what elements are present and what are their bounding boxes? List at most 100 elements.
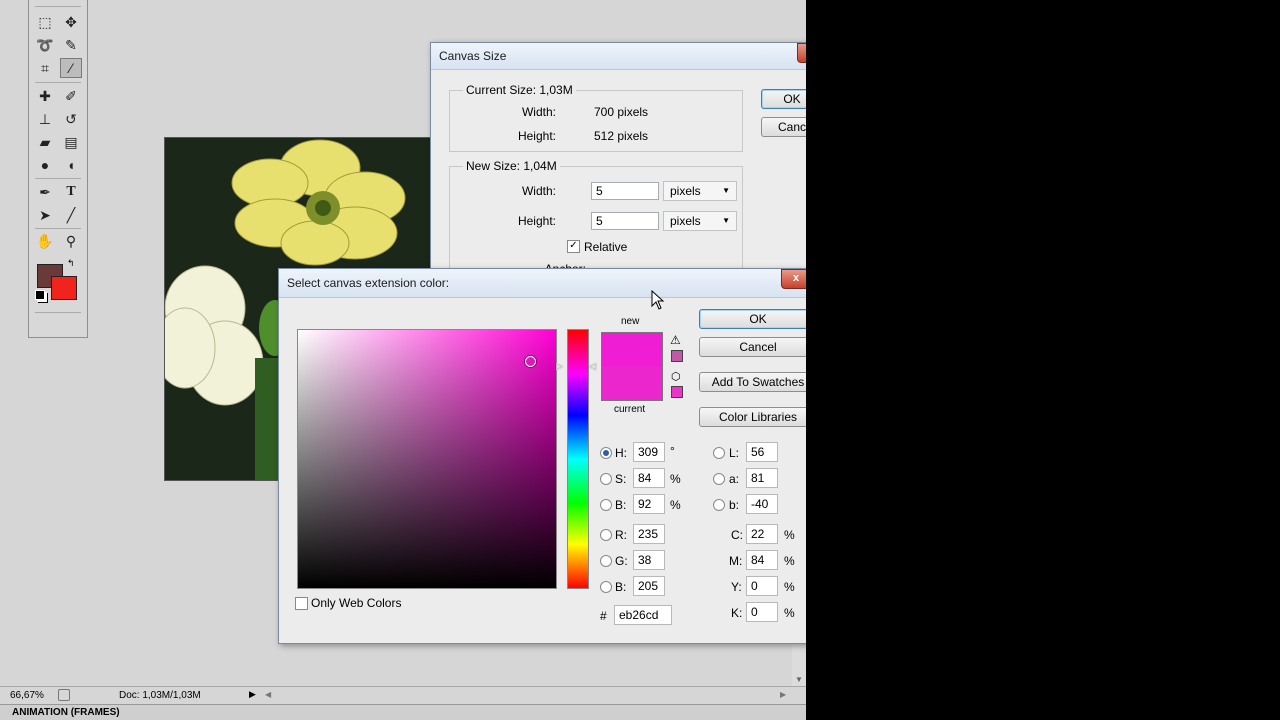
blue-label: B: (615, 580, 627, 594)
lab-b-input[interactable]: -40 (746, 494, 778, 514)
color-field-marker[interactable] (525, 356, 536, 367)
spot-healing-icon[interactable]: ✚ (34, 86, 56, 106)
hand-icon[interactable]: ✋ (34, 231, 56, 251)
scroll-right-icon[interactable]: ▶ (780, 690, 786, 699)
new-height-unit-select[interactable]: pixels ▼ (663, 211, 737, 231)
eyedropper-icon[interactable]: ⁄ (60, 58, 82, 78)
saturation-input[interactable]: 84 (633, 468, 665, 488)
marquee-icon[interactable]: ⬚ (34, 12, 56, 32)
saturation-radio[interactable] (600, 473, 612, 485)
relative-label: Relative (584, 240, 628, 254)
crop-icon[interactable]: ⌗ (34, 58, 56, 78)
close-icon[interactable]: x (797, 43, 806, 63)
blue-input[interactable]: 205 (633, 576, 665, 596)
percent-unit: % (784, 554, 795, 568)
zoom-level[interactable]: 66,67% (10, 690, 44, 701)
current-label: current (614, 404, 646, 415)
r-label: R: (615, 528, 627, 542)
new-size-label: New Size: 1,04M (463, 159, 560, 173)
gamut-color-swatch[interactable] (671, 350, 683, 362)
ok-button[interactable]: OK (761, 89, 806, 109)
canvas-size-titlebar[interactable]: Canvas Size x (431, 43, 806, 70)
default-colors-icon[interactable] (35, 290, 45, 300)
brightness-input[interactable]: 92 (633, 494, 665, 514)
b-label: B: (615, 498, 627, 512)
percent-unit: % (784, 528, 795, 542)
new-height-label: Height: (517, 214, 556, 228)
history-brush-icon[interactable]: ↺ (60, 109, 82, 129)
green-input[interactable]: 38 (633, 550, 665, 570)
height-unit-value: pixels (670, 214, 701, 228)
red-input[interactable]: 235 (633, 524, 665, 544)
percent-unit: % (670, 472, 681, 486)
only-web-colors-checkbox[interactable] (295, 597, 308, 610)
g-label: G: (615, 554, 628, 568)
percent-unit: % (784, 580, 795, 594)
saturation-brightness-field[interactable] (297, 329, 557, 589)
a-input[interactable]: 81 (746, 468, 778, 488)
red-radio[interactable] (600, 529, 612, 541)
background-color-swatch[interactable] (51, 276, 77, 300)
brush-icon[interactable]: ✐ (60, 86, 82, 106)
l-label: L: (729, 446, 740, 460)
hue-input[interactable]: 309 (633, 442, 665, 462)
hex-input[interactable]: eb26cd (614, 605, 672, 625)
move-icon[interactable]: ✥ (60, 12, 82, 32)
cyan-input[interactable]: 22 (746, 524, 778, 544)
zoom-icon[interactable]: ⚲ (60, 231, 82, 251)
path-selection-icon[interactable]: ➤ (34, 205, 56, 225)
a-radio[interactable] (713, 473, 725, 485)
hue-slider-right-arrow-icon[interactable]: ◁ (589, 361, 596, 372)
only-web-colors-label: Only Web Colors (311, 596, 402, 610)
clone-stamp-icon[interactable]: ⊥ (34, 109, 56, 129)
width-unit-value: pixels (670, 184, 701, 198)
lasso-icon[interactable]: ➰ (34, 35, 56, 55)
brightness-radio[interactable] (600, 499, 612, 511)
status-arrow-icon[interactable]: ▶ (249, 689, 256, 700)
close-icon[interactable]: x (781, 269, 806, 289)
out-of-gamut-warning-icon[interactable]: ⚠ (670, 333, 681, 347)
degree-unit: ° (670, 444, 675, 458)
pen-icon[interactable]: ✒ (34, 182, 56, 202)
current-color-swatch[interactable] (601, 366, 663, 401)
quick-selection-icon[interactable]: ✎ (60, 35, 82, 55)
new-height-input[interactable]: 5 (591, 212, 659, 230)
new-width-input[interactable]: 5 (591, 182, 659, 200)
toolbox-divider (35, 178, 81, 179)
ok-button[interactable]: OK (699, 309, 806, 329)
eraser-icon[interactable]: ▰ (34, 132, 56, 152)
blur-icon[interactable]: ● (34, 155, 56, 175)
lightness-radio[interactable] (713, 447, 725, 459)
add-to-swatches-button[interactable]: Add To Swatches (699, 372, 806, 392)
hue-radio[interactable] (600, 447, 612, 459)
type-icon[interactable]: T (60, 182, 82, 202)
green-radio[interactable] (600, 555, 612, 567)
status-menu-icon[interactable] (58, 689, 70, 701)
dodge-icon[interactable]: ◖ (60, 155, 82, 175)
gradient-icon[interactable]: ▤ (60, 132, 82, 152)
lightness-input[interactable]: 56 (746, 442, 778, 462)
scroll-left-icon[interactable]: ◀ (265, 690, 271, 699)
web-safe-warning-icon[interactable]: ⬡ (671, 370, 681, 383)
web-safe-color-swatch[interactable] (671, 386, 683, 398)
current-size-label: Current Size: 1,03M (463, 83, 576, 97)
black-input[interactable]: 0 (746, 602, 778, 622)
color-libraries-button[interactable]: Color Libraries (699, 407, 806, 427)
yellow-input[interactable]: 0 (746, 576, 778, 596)
animation-panel-tab[interactable]: ANIMATION (FRAMES) (0, 704, 806, 720)
c-label: C: (731, 528, 743, 542)
b-radio[interactable] (713, 499, 725, 511)
hue-slider[interactable] (567, 329, 589, 589)
hue-slider-left-arrow-icon[interactable]: ▷ (556, 361, 563, 372)
blue-radio[interactable] (600, 581, 612, 593)
swap-colors-icon[interactable]: ↰ (67, 258, 75, 269)
line-icon[interactable]: ╱ (60, 205, 82, 225)
toolbox-divider (35, 6, 81, 7)
scroll-down-icon[interactable]: ▼ (795, 675, 803, 684)
color-picker-titlebar[interactable]: Select canvas extension color: x (279, 269, 806, 298)
magenta-input[interactable]: 84 (746, 550, 778, 570)
relative-checkbox[interactable]: ✓ (567, 240, 580, 253)
cancel-button[interactable]: Canc (761, 117, 806, 137)
cancel-button[interactable]: Cancel (699, 337, 806, 357)
new-width-unit-select[interactable]: pixels ▼ (663, 181, 737, 201)
